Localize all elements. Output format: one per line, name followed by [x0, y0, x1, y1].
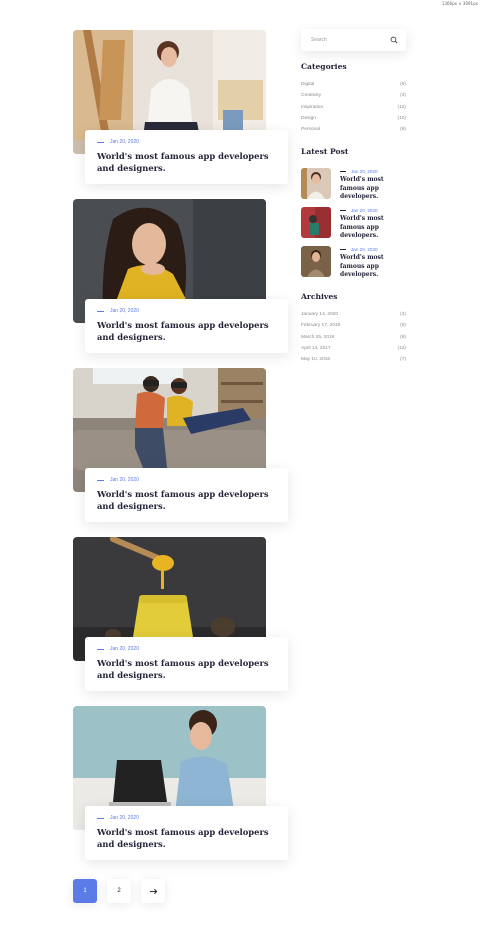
categories-heading: Categories: [301, 62, 347, 71]
latest-post-item[interactable]: Jan 20, 2020 World's most famous app dev…: [301, 246, 407, 280]
date-dash: [97, 310, 104, 312]
date-dash: [97, 141, 104, 143]
archives-list: January 14, 2020 (3) February 17, 2019 (6)…: [301, 309, 406, 365]
latest-post-date: Jan 20, 2020: [351, 169, 378, 174]
post-card: Jan 20, 2020 World's most famous app dev…: [85, 468, 288, 522]
category-item[interactable]: Creativity (3): [301, 90, 406, 101]
categories-list: Digital (6) Creativity (3) Inspiration (12)…: [301, 79, 406, 135]
post-date: Jan 20, 2020: [110, 139, 139, 145]
next-page-button[interactable]: [141, 879, 165, 903]
post-card: Jan 20, 2020 World's most famous app dev…: [85, 637, 288, 691]
archive-item[interactable]: April 14, 2017 (12): [301, 343, 406, 354]
archives-heading: Archives: [301, 292, 338, 301]
archive-item[interactable]: May 10, 2016 (7): [301, 354, 406, 365]
page-2-button[interactable]: 2: [107, 879, 131, 903]
post-date: Jan 20, 2020: [110, 815, 139, 821]
archive-item[interactable]: January 14, 2020 (3): [301, 309, 406, 320]
latest-post-thumbnail[interactable]: [301, 207, 331, 238]
archive-item[interactable]: March 25, 2018 (8): [301, 332, 406, 343]
latest-post-title[interactable]: World's most famous app developers.: [340, 215, 407, 241]
post-item[interactable]: Jan 20, 2020 World's most famous app dev…: [73, 30, 288, 185]
pagination: 1 2: [73, 879, 165, 903]
post-card: Jan 20, 2020 World's most famous app dev…: [85, 130, 288, 184]
post-item[interactable]: Jan 20, 2020 World's most famous app dev…: [73, 368, 288, 523]
date-dash: [97, 648, 104, 650]
date-dash: [97, 817, 104, 819]
latest-post-title[interactable]: World's most famous app developers.: [340, 254, 407, 280]
search-input[interactable]: Search: [301, 29, 406, 51]
archive-item[interactable]: February 17, 2019 (6): [301, 320, 406, 331]
post-date: Jan 20, 2020: [110, 646, 139, 652]
post-item[interactable]: Jan 20, 2020 World's most famous app dev…: [73, 199, 288, 354]
category-item[interactable]: Design (10): [301, 113, 406, 124]
latest-post-item[interactable]: Jan 20, 2020 World's most famous app dev…: [301, 168, 407, 202]
latest-post-date: Jan 20, 2020: [351, 247, 378, 252]
category-item[interactable]: Digital (6): [301, 79, 406, 90]
page-1-button[interactable]: 1: [73, 879, 97, 903]
post-card: Jan 20, 2020 World's most famous app dev…: [85, 806, 288, 860]
post-item[interactable]: Jan 20, 2020 World's most famous app dev…: [73, 706, 288, 861]
latest-post-title[interactable]: World's most famous app developers.: [340, 176, 407, 202]
arrow-right-icon: [149, 888, 157, 894]
latest-post-thumbnail[interactable]: [301, 168, 331, 199]
dimension-label: 1366px × 3091px: [441, 1, 478, 6]
post-card: Jan 20, 2020 World's most famous app dev…: [85, 299, 288, 353]
search-icon[interactable]: [390, 36, 398, 44]
category-item[interactable]: Personal (6): [301, 124, 406, 135]
latest-post-thumbnail[interactable]: [301, 246, 331, 277]
latest-post-item[interactable]: Jan 20, 2020 World's most famous app dev…: [301, 207, 407, 241]
post-date: Jan 20, 2020: [110, 308, 139, 314]
post-title[interactable]: World's most famous app developers and d…: [97, 826, 276, 850]
latest-post-date: Jan 20, 2020: [351, 208, 378, 213]
post-date: Jan 20, 2020: [110, 477, 139, 483]
latest-post-list: Jan 20, 2020 World's most famous app dev…: [301, 168, 407, 285]
post-item[interactable]: Jan 20, 2020 World's most famous app dev…: [73, 537, 288, 692]
post-title[interactable]: World's most famous app developers and d…: [97, 488, 276, 512]
post-title[interactable]: World's most famous app developers and d…: [97, 657, 276, 681]
date-dash: [97, 479, 104, 481]
latest-post-heading: Latest Post: [301, 147, 349, 156]
post-title[interactable]: World's most famous app developers and d…: [97, 319, 276, 343]
search-placeholder: Search: [311, 37, 327, 43]
post-title[interactable]: World's most famous app developers and d…: [97, 150, 276, 174]
category-item[interactable]: Inspiration (12): [301, 102, 406, 113]
